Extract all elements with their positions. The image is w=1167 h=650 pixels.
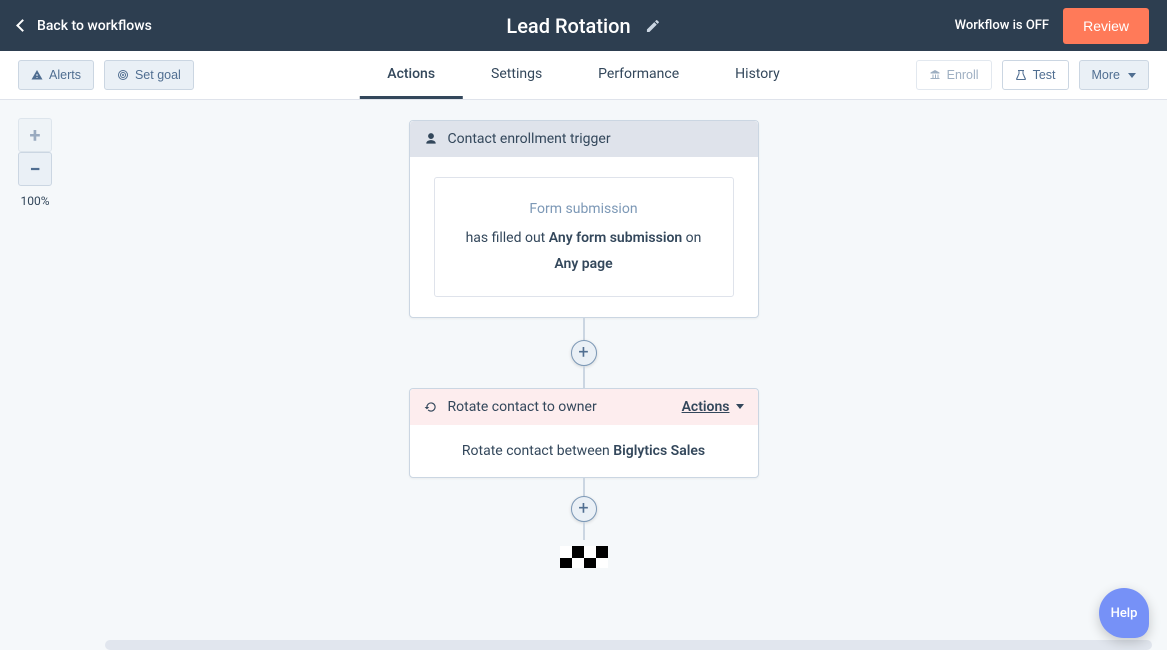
- add-step-button-1[interactable]: +: [571, 340, 597, 366]
- back-label: Back to workflows: [37, 18, 152, 34]
- more-button[interactable]: More: [1079, 60, 1149, 90]
- trigger-card[interactable]: Contact enrollment trigger Form submissi…: [409, 120, 759, 318]
- target-icon: [117, 69, 129, 81]
- tab-history[interactable]: History: [707, 51, 808, 99]
- chevron-down-icon: [1128, 73, 1136, 78]
- zoom-out-button[interactable]: −: [18, 152, 52, 186]
- tab-settings[interactable]: Settings: [463, 51, 570, 99]
- finish-flag-icon: [560, 546, 608, 568]
- action-card-header: Rotate contact to owner Actions: [410, 389, 758, 425]
- flask-icon: [1015, 69, 1027, 81]
- enroll-button: Enroll: [916, 60, 992, 90]
- action-title: Rotate contact to owner: [448, 399, 597, 415]
- trigger-title: Contact enrollment trigger: [448, 131, 611, 147]
- trigger-sub: Form submission: [449, 196, 719, 223]
- edit-icon[interactable]: [645, 18, 661, 34]
- zoom-level: 100%: [20, 194, 49, 208]
- chevron-left-icon: [16, 19, 29, 32]
- test-button[interactable]: Test: [1002, 60, 1069, 90]
- tab-performance[interactable]: Performance: [570, 51, 707, 99]
- workflow-status: Workflow is OFF: [955, 18, 1049, 33]
- alerts-label: Alerts: [49, 68, 81, 82]
- connector-line: [583, 478, 585, 496]
- connector-line: [583, 522, 585, 540]
- set-goal-label: Set goal: [135, 68, 181, 82]
- trigger-line2: Any page: [449, 251, 719, 278]
- workflow-flow: Contact enrollment trigger Form submissi…: [409, 120, 759, 568]
- trigger-card-header: Contact enrollment trigger: [410, 121, 758, 157]
- card-actions-label: Actions: [682, 399, 730, 415]
- back-link[interactable]: Back to workflows: [18, 18, 152, 34]
- add-step-button-2[interactable]: +: [571, 496, 597, 522]
- action-card-body: Rotate contact between Biglytics Sales: [410, 425, 758, 477]
- enroll-label: Enroll: [947, 68, 979, 82]
- canvas[interactable]: + − 100% Contact enrollment trigger Form…: [0, 100, 1167, 650]
- person-icon: [424, 132, 438, 146]
- chevron-down-icon: [736, 404, 744, 409]
- action-card[interactable]: Rotate contact to owner Actions Rotate c…: [409, 388, 759, 478]
- connector-line: [583, 366, 585, 388]
- review-button[interactable]: Review: [1063, 8, 1149, 44]
- connector-line: [583, 318, 585, 340]
- trigger-condition-box[interactable]: Form submission has filled out Any form …: [434, 177, 734, 297]
- more-label: More: [1092, 68, 1120, 82]
- tab-actions[interactable]: Actions: [359, 51, 463, 99]
- set-goal-button[interactable]: Set goal: [104, 60, 194, 90]
- top-right-group: Workflow is OFF Review: [955, 8, 1149, 44]
- alerts-button[interactable]: Alerts: [18, 60, 94, 90]
- rotate-icon: [424, 400, 438, 414]
- card-actions-menu[interactable]: Actions: [682, 399, 744, 415]
- top-bar: Back to workflows Lead Rotation Workflow…: [0, 0, 1167, 51]
- toolbar: Alerts Set goal Actions Settings Perform…: [0, 51, 1167, 100]
- warning-icon: [31, 69, 43, 81]
- test-label: Test: [1033, 68, 1056, 82]
- trigger-card-body: Form submission has filled out Any form …: [410, 157, 758, 317]
- enroll-icon: [929, 69, 941, 81]
- help-button[interactable]: Help: [1099, 588, 1149, 638]
- trigger-line1: has filled out Any form submission on: [449, 225, 719, 252]
- zoom-in-button: +: [18, 118, 52, 152]
- title-group: Lead Rotation: [506, 14, 660, 38]
- horizontal-scrollbar[interactable]: [105, 640, 1152, 650]
- workflow-title: Lead Rotation: [506, 14, 630, 38]
- zoom-controls: + − 100%: [18, 118, 52, 208]
- tabs: Actions Settings Performance History: [359, 51, 807, 99]
- help-label: Help: [1111, 606, 1138, 621]
